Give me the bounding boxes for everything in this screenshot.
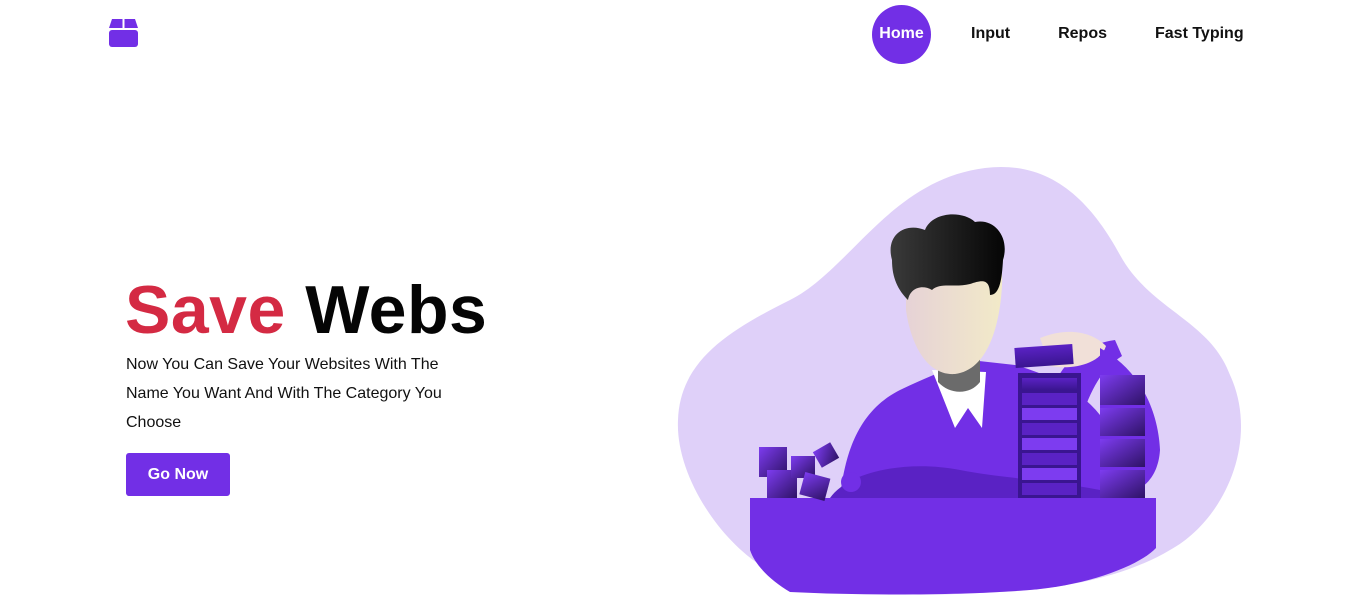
main-nav: Home Input Repos Fast Typing [872, 4, 1244, 64]
nav-input[interactable]: Input [971, 25, 1010, 43]
hero-title-main: Webs [305, 272, 488, 348]
nav-repos[interactable]: Repos [1058, 25, 1107, 43]
nav-home[interactable]: Home [872, 4, 931, 64]
hero-title: Save Webs [125, 270, 487, 350]
man-stacking-blocks-illustration [677, 166, 1242, 595]
go-now-button[interactable]: Go Now [126, 453, 230, 496]
hero-title-accent: Save [125, 272, 286, 348]
hero-description: Now You Can Save Your Websites With The … [126, 356, 442, 431]
box-icon[interactable] [109, 19, 138, 47]
page: Home Input Repos Fast Typing Save Webs N… [0, 0, 1349, 615]
nav-fast-typing[interactable]: Fast Typing [1155, 25, 1244, 43]
